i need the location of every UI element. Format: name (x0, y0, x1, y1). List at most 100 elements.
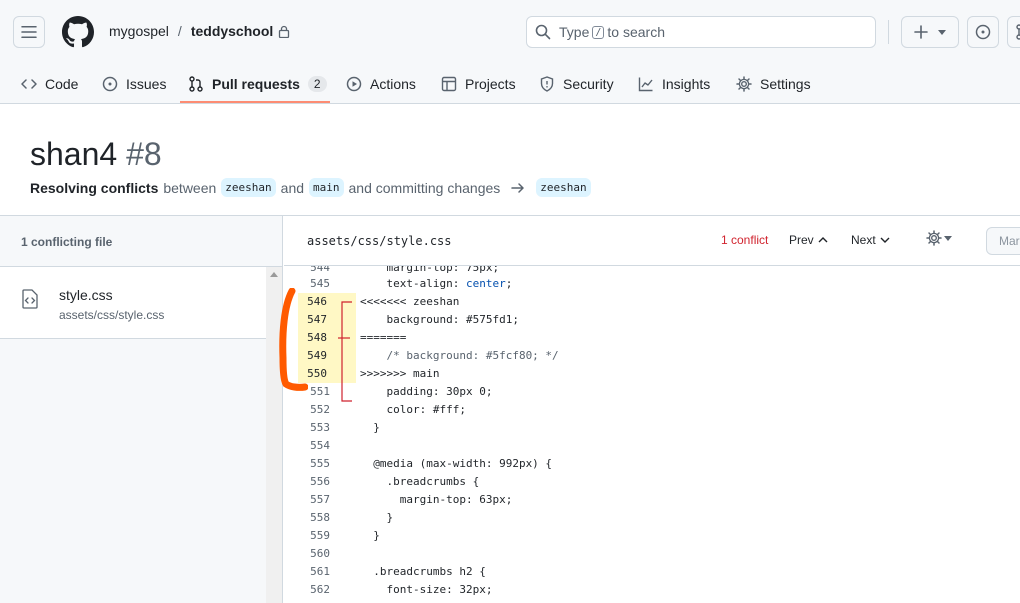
line-text: background: #575fd1; (360, 313, 519, 326)
search-placeholder-post: to search (607, 24, 665, 40)
code-editor[interactable]: 544 margin-top: 75px; 545 text-align: ce… (284, 266, 1020, 603)
tab-actions[interactable]: Actions (346, 64, 416, 104)
mark-as-resolved-button[interactable]: Mar (986, 227, 1020, 255)
file-path: assets/css/style.css (59, 308, 165, 322)
tab-settings[interactable]: Settings (736, 64, 811, 104)
next-conflict-button[interactable]: Next (851, 233, 890, 247)
menu-button[interactable] (13, 16, 45, 48)
caret-down-icon (944, 235, 952, 241)
prev-conflict-button[interactable]: Prev (789, 233, 828, 247)
create-new-button[interactable] (901, 16, 959, 48)
code-line: 552 color: #fff; (284, 401, 1020, 419)
line-text: padding: 30px 0; (360, 385, 493, 398)
code-line: 551 padding: 30px 0; (284, 383, 1020, 401)
next-label: Next (851, 233, 876, 247)
tab-projects[interactable]: Projects (441, 64, 516, 104)
pull-requests-shortcut-button[interactable] (1007, 16, 1020, 48)
line-number: 556 (310, 475, 330, 488)
code-line: 562 font-size: 32px; (284, 581, 1020, 599)
line-number: 562 (310, 583, 330, 596)
editor-file-path: assets/css/style.css (307, 234, 452, 248)
repo-nav-tabs: Code Issues Pull requests 2 Actions Proj… (0, 64, 1020, 104)
caret-down-icon (938, 29, 946, 35)
tab-code[interactable]: Code (21, 64, 78, 104)
editor-toolbar: assets/css/style.css 1 conflict Prev Nex… (284, 216, 1020, 266)
line-number: 554 (310, 439, 330, 452)
line-text: margin-top: 63px; (360, 493, 513, 506)
code-line: 549 /* background: #5fcf80; */ (284, 347, 1020, 365)
code-line: 548 ======= (284, 329, 1020, 347)
editor-settings-button[interactable] (926, 230, 952, 246)
graph-icon (638, 76, 654, 92)
pr-subtitle: Resolving conflicts between zeeshan and … (30, 178, 591, 197)
arrow-right-icon (511, 182, 525, 194)
tab-security[interactable]: Security (539, 64, 614, 104)
app-header: mygospel / teddyschool Type / to search … (0, 0, 1020, 104)
git-pull-request-icon (1016, 24, 1020, 40)
repo-owner-link[interactable]: mygospel (109, 23, 169, 39)
repo-name-link[interactable]: teddyschool (191, 23, 273, 39)
line-text: ======= (360, 331, 407, 344)
github-logo-icon[interactable] (62, 16, 94, 48)
tab-label: Insights (662, 76, 711, 92)
conflicting-file-item[interactable]: style.css assets/css/style.css (0, 267, 266, 339)
code-line: 546 <<<<<<< zeeshan (284, 293, 1020, 311)
css-value-text: center (465, 277, 506, 290)
subtitle-bold: Resolving conflicts (30, 179, 159, 196)
css-property-text: text-align: (360, 277, 466, 290)
line-number: 555 (310, 457, 330, 470)
line-text: } (360, 511, 394, 524)
code-line: 550 >>>>>>> main (284, 365, 1020, 383)
branch-label-base[interactable]: main (309, 178, 344, 197)
chevron-up-icon (818, 237, 828, 243)
code-line: 559 } (284, 527, 1020, 545)
issues-shortcut-button[interactable] (967, 16, 999, 48)
tab-pull-requests[interactable]: Pull requests 2 (188, 64, 327, 104)
tab-label: Projects (465, 76, 516, 92)
issue-opened-icon (975, 24, 991, 40)
line-text: /* background: #5fcf80; */ (360, 349, 559, 362)
branch-label-head[interactable]: zeeshan (221, 178, 276, 197)
code-icon (21, 76, 37, 92)
plus-icon (914, 25, 928, 39)
search-placeholder-pre: Type (559, 24, 590, 40)
conflict-count: 1 conflict (721, 233, 769, 247)
selected-tab-underline (180, 101, 330, 103)
code-line: 560 (284, 545, 1020, 563)
tab-insights[interactable]: Insights (638, 64, 710, 104)
lock-icon (278, 25, 290, 38)
code-line: 557 margin-top: 63px; (284, 491, 1020, 509)
tab-label: Code (45, 76, 79, 92)
shield-icon (539, 76, 555, 92)
subtitle-and: and (280, 179, 305, 196)
git-pull-request-icon (188, 76, 204, 92)
branch-label-target[interactable]: zeeshan (536, 178, 591, 197)
line-text: <<<<<<< zeeshan (360, 295, 460, 308)
file-code-icon (21, 289, 39, 312)
page-title: shan4 #8 (30, 136, 162, 173)
chevron-down-icon (880, 237, 890, 243)
hamburger-icon (21, 26, 37, 38)
tab-label: Issues (126, 76, 167, 92)
annotation-scribble (279, 288, 308, 391)
line-number: 558 (310, 511, 330, 524)
line-number: 552 (310, 403, 330, 416)
line-number: 553 (310, 421, 330, 434)
search-icon (535, 24, 551, 40)
file-name: style.css (59, 287, 113, 303)
search-input[interactable]: Type / to search (526, 16, 876, 48)
code-line: 554 (284, 437, 1020, 455)
header-divider (888, 20, 889, 44)
scroll-up-arrow-icon[interactable] (270, 272, 278, 277)
tab-label: Actions (370, 76, 416, 92)
tab-label: Security (563, 76, 614, 92)
tab-issues[interactable]: Issues (102, 64, 166, 104)
line-text: font-size: 32px; (360, 583, 493, 596)
pr-title-text: shan4 (30, 136, 118, 172)
conflict-bracket-marker (338, 301, 352, 402)
gear-icon (926, 230, 942, 246)
line-number: 557 (310, 493, 330, 506)
line-text: } (360, 421, 380, 434)
line-text: >>>>>>> main (360, 367, 440, 380)
table-icon (441, 76, 457, 92)
